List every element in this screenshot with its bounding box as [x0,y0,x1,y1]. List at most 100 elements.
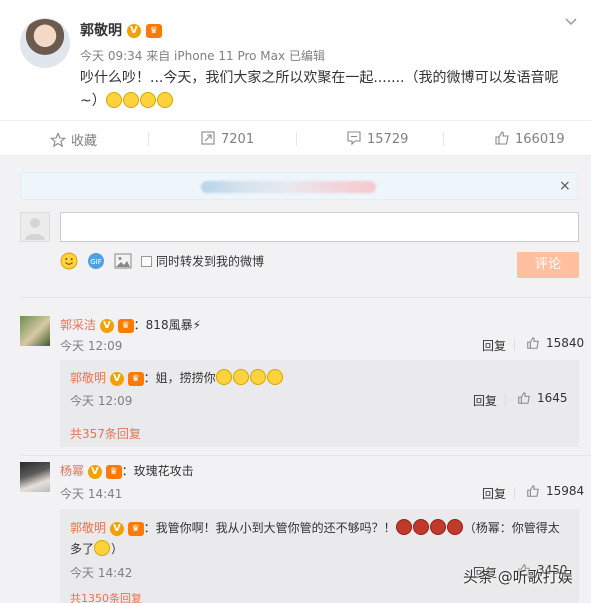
commenter-avatar[interactable] [20,462,50,492]
like-button[interactable]: 166019 [494,130,565,148]
crown-badge-icon: ♛ [127,371,144,386]
reply-author-name[interactable]: 郭敬明 [70,521,106,535]
watermark: 头条 @听歌打娱 [463,568,573,586]
more-replies-link[interactable]: 共357条回复 [70,425,141,442]
weibo-card: 郭敬明 V ♛ 今天 09:34 来自 iPhone 11 Pro Max 已编… [0,0,591,603]
emoji-icon [105,92,122,108]
commenter-name[interactable]: 郭采洁 [60,318,96,332]
reply-like-button[interactable]: 1645 [517,391,568,405]
sub-reply-text: 郭敬明 V ♛ ：姐，捞捞你 [70,369,284,386]
sub-reply-box: 郭敬明 V ♛ ：姐，捞捞你 今天 12:09 回复 1645 共357条回复 [60,360,579,447]
reply-body: ：我管你啊！我从小到大管你管的还不够吗？！ [143,521,396,535]
forward-checkbox[interactable] [141,255,152,267]
emoji-picker-icon[interactable] [60,252,78,270]
emoji-icon [156,92,173,108]
rose-icon [446,519,463,535]
reply-button[interactable]: 回复 [473,392,497,409]
star-icon [49,132,67,148]
comment-like-button[interactable]: 15840 [526,336,584,350]
comment-like-count: 15984 [546,484,585,498]
divider [20,297,591,298]
reply-like-count: 1645 [537,391,568,405]
post-edited[interactable]: 已编辑 [289,49,325,63]
reply-button[interactable]: 回复 [482,337,506,354]
post-source: 来自 iPhone 11 Pro Max [146,49,286,63]
rose-icon [429,519,446,535]
svg-text:GIF: GIF [90,258,102,266]
verified-badge-icon: V [109,521,124,536]
divider [148,132,149,146]
submit-comment-button[interactable]: 评论 [517,252,579,278]
crown-badge-icon: ♛ [145,24,162,38]
rose-icon [412,519,429,535]
gif-icon[interactable]: GIF [87,252,105,270]
reply-body-line-2: 多了 [70,542,95,556]
verified-badge-icon: V [87,464,102,479]
reply-author-name[interactable]: 郭敬明 [70,371,106,385]
comment-icon [347,131,361,146]
comment-section: × GIF 同时转发到我的微博 评论 郭采洁 V ♛ ：818風暴⚡ 今天 12:0… [0,156,591,603]
forward-label[interactable]: 同时转发到我的微博 [156,255,264,269]
comment-body: ：玫瑰花攻击 [121,464,194,478]
divider [505,394,506,406]
comment-input[interactable] [60,212,579,242]
verified-badge-icon: V [109,371,124,386]
image-icon[interactable] [114,252,132,270]
crown-badge-icon: ♛ [127,521,144,536]
post-action-bar: 收藏 7201 15729 166019 [0,120,591,156]
comment-text: 杨幂 V ♛ ：玫瑰花攻击 [60,462,194,479]
commenter-name[interactable]: 杨幂 [60,464,84,478]
thumbs-up-icon [527,337,539,349]
sub-reply-box: 郭敬明 V ♛ ：我管你啊！我从小到大管你管的还不够吗？！ （杨幂：你管得太 多了 ）… [60,509,579,603]
divider [514,339,515,351]
repost-count: 7201 [221,132,255,147]
post-text-line-2-prefix: ~） [80,93,106,109]
emoji-icon [232,369,249,385]
user-avatar [20,212,50,242]
favorite-button[interactable]: 收藏 [49,130,97,149]
notice-banner: × [20,172,578,200]
divider [20,455,591,456]
divider [443,132,444,146]
reply-body-line-2-suffix: ） [111,542,124,556]
like-count: 166019 [515,132,565,147]
commenter-avatar[interactable] [20,316,50,346]
reply-body-suffix: （杨幂：你管得太 [463,521,560,535]
reply-time: 今天 12:09 [70,394,133,408]
verified-badge-icon: V [99,318,114,333]
blurred-notice-text [201,181,376,193]
divider [296,132,297,146]
person-icon [25,218,45,240]
emoji-icon [266,369,283,385]
emoji-icon [122,92,139,108]
repost-icon [201,131,215,145]
author-avatar[interactable] [20,18,70,68]
verified-badge-icon: V [126,24,141,38]
comment-body: ：818風暴⚡ [133,318,202,332]
comment-button[interactable]: 15729 [346,130,408,148]
comment-like-button[interactable]: 15984 [526,484,584,498]
post-content: 吵什么吵！...今天，我们大家之所以欢聚在一起.......（我的微博可以发语音… [80,67,575,113]
sub-reply-text: 郭敬明 V ♛ ：我管你啊！我从小到大管你管的还不够吗？！ （杨幂：你管得太 [70,519,560,536]
author-name[interactable]: 郭敬明 [80,23,122,39]
reply-body: ：姐，捞捞你 [143,371,216,385]
sub-reply-text-line-2: 多了 ） [70,540,123,557]
emoji-icon [249,369,266,385]
chevron-down-icon[interactable] [563,13,579,29]
reply-time: 今天 14:42 [70,566,133,580]
emoji-icon [215,369,232,385]
comment-count: 15729 [367,132,409,147]
more-replies-link[interactable]: 共1350条回复 [70,593,142,603]
thumbs-up-icon [495,131,509,145]
comment-like-count: 15840 [546,336,585,350]
repost-button[interactable]: 7201 [200,130,254,148]
reply-button[interactable]: 回复 [482,485,506,502]
author-name-row: 郭敬明 V ♛ [80,20,162,40]
close-icon[interactable]: × [559,178,571,194]
comment-text: 郭采洁 V ♛ ：818風暴⚡ [60,316,201,333]
weibo-post: 郭敬明 V ♛ 今天 09:34 来自 iPhone 11 Pro Max 已编… [0,0,591,120]
thumbs-up-icon [518,392,530,404]
post-time[interactable]: 今天 09:34 [80,49,142,63]
comment-time: 今天 14:41 [60,487,123,501]
thumbs-up-icon [527,485,539,497]
